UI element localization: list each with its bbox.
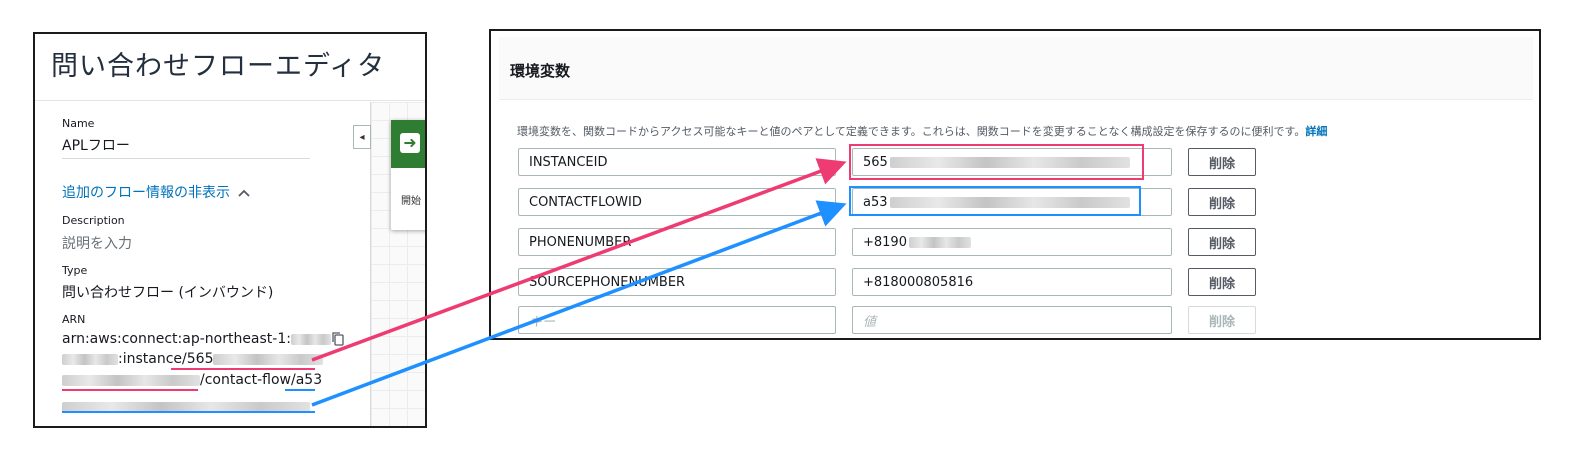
chevron-up-icon — [238, 185, 251, 201]
instance-id-highlight — [849, 144, 1144, 180]
env-value-text: +8190 — [863, 234, 907, 250]
arn-line-4 — [62, 397, 310, 416]
arn-prefix-text: arn:aws:connect:ap-northeast-1: — [62, 331, 291, 347]
flow-name-value[interactable]: APLフロー — [62, 135, 130, 155]
arn-line-3: /contact-flow/a53 — [62, 372, 322, 388]
title-divider — [35, 100, 425, 101]
instance-id-underline — [171, 368, 315, 370]
arn-line-1: arn:aws:connect:ap-northeast-1: — [62, 331, 331, 347]
page-title: 問い合わせフローエディタ — [51, 51, 386, 82]
env-header — [499, 37, 1533, 100]
redacted-account-id — [290, 333, 331, 345]
env-description-text: 環境変数を、関数コードからアクセス可能なキーと値のペアとして定義できます。これら… — [517, 125, 1306, 138]
arn-contact-flow-text: /contact-flow/ — [200, 372, 296, 388]
flow-block-label: 開始 — [401, 196, 421, 207]
delete-button[interactable]: 削除 — [1188, 148, 1256, 176]
contact-flow-editor-panel: 問い合わせフローエディタ Name APLフロー 追加のフロー情報の非表示 De… — [33, 32, 427, 428]
delete-button[interactable]: 削除 — [1188, 268, 1256, 296]
new-value-input[interactable]: 値 — [852, 306, 1172, 334]
arn-flow-id-prefix: a53 — [295, 372, 323, 388]
new-key-input[interactable]: キー — [518, 306, 836, 334]
description-input[interactable]: 説明を入力 — [62, 233, 132, 253]
start-flow-block[interactable]: ➜ 開始 — [391, 120, 425, 230]
detail-link[interactable]: 詳細 — [1305, 125, 1327, 138]
flow-id-highlight — [849, 186, 1141, 216]
type-label: Type — [62, 264, 88, 277]
arn-instance-text: :instance/ — [118, 351, 187, 367]
instance-id-underline-2 — [62, 389, 198, 391]
redacted-value — [908, 236, 971, 248]
type-value: 問い合わせフロー (インバウンド) — [62, 285, 274, 301]
description-label: Description — [62, 214, 125, 227]
copy-icon[interactable] — [330, 331, 346, 351]
toggle-flow-info-label: 追加のフロー情報の非表示 — [62, 185, 230, 201]
env-key-input[interactable]: SOURCEPHONENUMBER — [518, 268, 836, 296]
arn-line-2: :instance/565 — [62, 351, 324, 367]
collapse-sidebar-button[interactable]: ◂ — [353, 125, 371, 149]
redacted-account-id-2 — [62, 353, 118, 365]
env-value-input[interactable]: +818000805816 — [852, 268, 1172, 296]
flow-id-underline-2 — [62, 411, 315, 413]
redacted-instance-id-2 — [62, 374, 200, 386]
redacted-instance-id — [213, 353, 324, 365]
name-underline — [62, 158, 310, 159]
flow-id-underline — [285, 389, 315, 391]
delete-button[interactable]: 削除 — [1188, 188, 1256, 216]
arrow-right-icon: ➜ — [400, 133, 420, 153]
environment-variables-panel: 環境変数 環境変数を、関数コードからアクセス可能なキーと値のペアとして定義できま… — [489, 29, 1541, 340]
env-value-input[interactable]: +8190 — [852, 228, 1172, 256]
env-key-input[interactable]: CONTACTFLOWID — [518, 188, 836, 216]
delete-button[interactable]: 削除 — [1188, 228, 1256, 256]
env-key-input[interactable]: INSTANCEID — [518, 148, 836, 176]
arn-instance-id-prefix: 565 — [186, 351, 214, 367]
flow-block-header: ➜ — [391, 120, 425, 168]
env-title: 環境変数 — [510, 62, 571, 80]
toggle-flow-info-link[interactable]: 追加のフロー情報の非表示 — [62, 182, 251, 202]
env-description: 環境変数を、関数コードからアクセス可能なキーと値のペアとして定義できます。これら… — [517, 123, 1327, 139]
env-key-input[interactable]: PHONENUMBER — [518, 228, 836, 256]
delete-button-disabled: 削除 — [1188, 306, 1256, 334]
arn-label: ARN — [62, 313, 86, 326]
name-label: Name — [62, 117, 95, 130]
